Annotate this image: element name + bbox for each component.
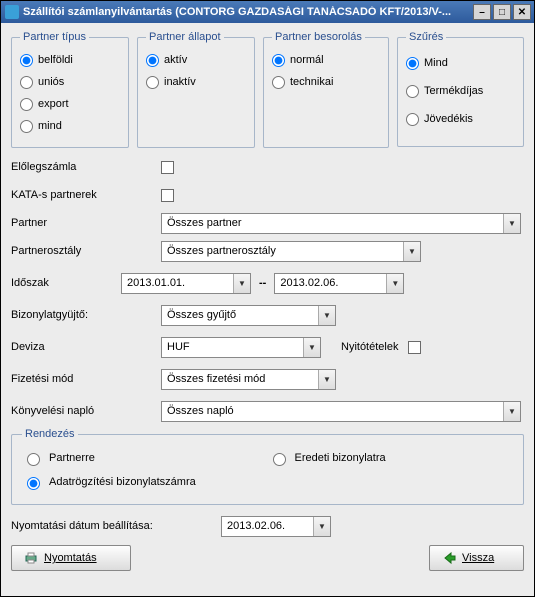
label-katas: KATA-s partnerek xyxy=(11,189,161,201)
chevron-down-icon: ▼ xyxy=(386,274,403,293)
label-bizonylatgyujto: Bizonylatgyüjtő: xyxy=(11,309,161,321)
select-partner[interactable]: Összes partner ▼ xyxy=(161,213,521,234)
nyomtatasidatum-value: 2013.02.06. xyxy=(227,520,285,532)
chevron-down-icon: ▼ xyxy=(403,242,420,261)
select-partner-value: Összes partner xyxy=(167,217,242,229)
nyomtatas-label: Nyomtatás xyxy=(44,552,97,564)
deviza-value: HUF xyxy=(167,341,190,353)
chevron-down-icon: ▼ xyxy=(503,402,520,421)
legend-partner-tipus: Partner típus xyxy=(20,31,89,43)
radio-export[interactable]: export xyxy=(20,93,120,115)
radio-szures-termekdijas[interactable]: Termékdíjas xyxy=(406,77,515,105)
maximize-button[interactable]: □ xyxy=(493,4,511,20)
select-konyvelesinaplo[interactable]: Összes napló ▼ xyxy=(161,401,521,422)
select-partnerosztaly[interactable]: Összes partnerosztály ▼ xyxy=(161,241,421,262)
minimize-button[interactable]: – xyxy=(473,4,491,20)
label-nyomtatasidatum: Nyomtatási dátum beállítása: xyxy=(11,520,221,532)
checkbox-nyitotetelek[interactable] xyxy=(408,341,421,354)
back-arrow-icon xyxy=(442,551,456,565)
chevron-down-icon: ▼ xyxy=(313,517,330,536)
radio-unios[interactable]: uniós xyxy=(20,71,120,93)
nyomtatas-button[interactable]: Nyomtatás xyxy=(11,545,131,571)
select-deviza[interactable]: HUF ▼ xyxy=(161,337,321,358)
fizetesimod-value: Összes fizetési mód xyxy=(167,373,265,385)
legend-partner-allapot: Partner állapot xyxy=(146,31,224,43)
window: Szállítói számlanyilvántartás (CONTORG G… xyxy=(0,0,535,597)
select-partnerosztaly-value: Összes partnerosztály xyxy=(167,245,276,257)
titlebar: Szállítói számlanyilvántartás (CONTORG G… xyxy=(1,1,534,23)
label-partner: Partner xyxy=(11,217,161,229)
select-bizonylatgyujto[interactable]: Összes gyűjtő ▼ xyxy=(161,305,336,326)
radio-partnerre[interactable]: Partnerre xyxy=(22,446,268,470)
label-elolegszamla: Előlegszámla xyxy=(11,161,161,173)
radio-technikai[interactable]: technikai xyxy=(272,71,380,93)
vissza-label: Vissza xyxy=(462,552,494,564)
radio-szures-mind[interactable]: Mind xyxy=(406,49,515,77)
vissza-button[interactable]: Vissza xyxy=(429,545,524,571)
legend-rendezes: Rendezés xyxy=(22,428,78,440)
label-konyvelesinaplo: Könyvelési napló xyxy=(11,405,161,417)
radio-belfoldi[interactable]: belföldi xyxy=(20,49,120,71)
radio-inaktiv[interactable]: inaktív xyxy=(146,71,246,93)
app-icon xyxy=(5,5,19,19)
select-idoszak-from[interactable]: 2013.01.01. ▼ xyxy=(121,273,251,294)
chevron-down-icon: ▼ xyxy=(318,306,335,325)
content: Partner típus belföldi uniós export mind… xyxy=(1,23,534,579)
chevron-down-icon: ▼ xyxy=(233,274,250,293)
select-nyomtatasidatum[interactable]: 2013.02.06. ▼ xyxy=(221,516,331,537)
label-idoszak: Időszak xyxy=(11,277,121,289)
konyvelesinaplo-value: Összes napló xyxy=(167,405,234,417)
window-title: Szállítói számlanyilvántartás (CONTORG G… xyxy=(23,6,473,18)
group-partner-besorolas: Partner besorolás normál technikai xyxy=(263,31,389,148)
group-szures: Szűrés Mind Termékdíjas Jövedékis xyxy=(397,31,524,147)
label-partnerosztaly: Partnerosztály xyxy=(11,245,161,257)
bizonylatgyujto-value: Összes gyűjtő xyxy=(167,309,236,321)
label-nyitotetelek: Nyitótételek xyxy=(341,341,398,353)
group-rendezes: Rendezés Partnerre Eredeti bizonylatra A… xyxy=(11,428,524,505)
radio-szures-jovedekis[interactable]: Jövedékis xyxy=(406,105,515,133)
print-icon xyxy=(24,551,38,565)
idoszak-from-value: 2013.01.01. xyxy=(127,277,185,289)
legend-szures: Szűrés xyxy=(406,31,446,43)
chevron-down-icon: ▼ xyxy=(503,214,520,233)
group-partner-allapot: Partner állapot aktív inaktív xyxy=(137,31,255,148)
radio-eredeti[interactable]: Eredeti bizonylatra xyxy=(268,446,514,470)
radio-normal[interactable]: normál xyxy=(272,49,380,71)
radio-aktiv[interactable]: aktív xyxy=(146,49,246,71)
legend-partner-besorolas: Partner besorolás xyxy=(272,31,365,43)
checkbox-elolegszamla[interactable] xyxy=(161,161,174,174)
close-button[interactable]: ✕ xyxy=(513,4,531,20)
select-idoszak-to[interactable]: 2013.02.06. ▼ xyxy=(274,273,404,294)
chevron-down-icon: ▼ xyxy=(303,338,320,357)
select-fizetesimod[interactable]: Összes fizetési mód ▼ xyxy=(161,369,336,390)
label-fizetesimod: Fizetési mód xyxy=(11,373,161,385)
group-partner-tipus: Partner típus belföldi uniós export mind xyxy=(11,31,129,148)
checkbox-katas[interactable] xyxy=(161,189,174,202)
radio-adatrogzitesi[interactable]: Adatrögzítési bizonylatszámra xyxy=(22,470,513,494)
radio-mind[interactable]: mind xyxy=(20,115,120,137)
label-deviza: Deviza xyxy=(11,341,161,353)
idoszak-dash: -- xyxy=(259,277,266,289)
chevron-down-icon: ▼ xyxy=(318,370,335,389)
idoszak-to-value: 2013.02.06. xyxy=(280,277,338,289)
